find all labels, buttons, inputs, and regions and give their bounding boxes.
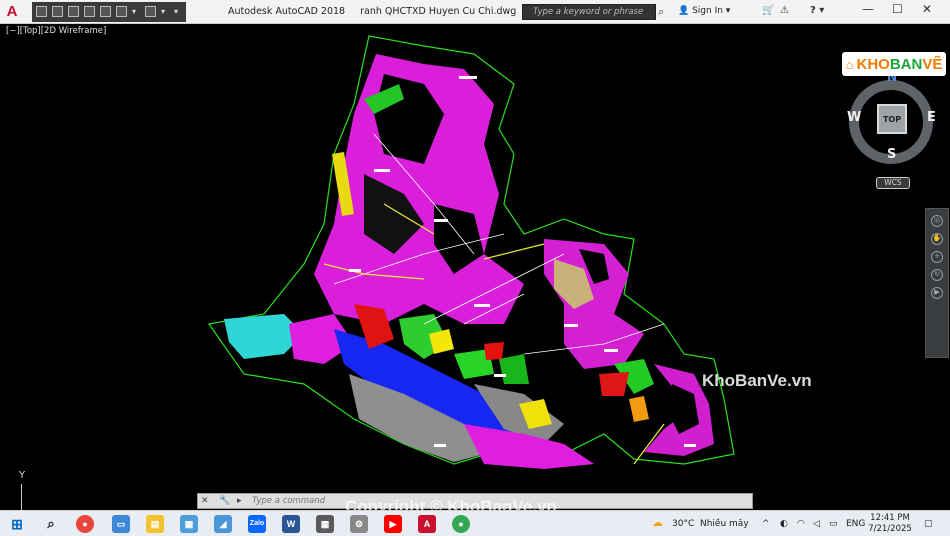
save-as-icon[interactable] <box>84 6 95 17</box>
settings-icon[interactable]: ⚙ <box>350 515 368 533</box>
search-input[interactable]: Type a keyword or phrase <box>522 4 656 20</box>
taskbar-clock[interactable]: 12:41 PM 7/21/2025 <box>866 513 914 535</box>
pan-icon[interactable]: ✋ <box>931 233 943 245</box>
maximize-button[interactable]: ☐ <box>892 2 903 16</box>
autocad-taskbar-icon[interactable]: A <box>418 515 436 533</box>
taskbar-search-icon[interactable]: ⌕ <box>42 515 60 533</box>
print-icon[interactable] <box>100 6 111 17</box>
notification-icon[interactable]: ▢ <box>924 519 933 529</box>
autocad-app-icon[interactable]: A <box>0 0 24 24</box>
weather-temp[interactable]: 30°C <box>672 519 694 529</box>
qat-customize-icon[interactable]: ▾ <box>174 6 182 17</box>
calculator-icon[interactable]: ▦ <box>316 515 334 533</box>
zone-red-east <box>599 372 629 396</box>
navigation-bar: ◎ ✋ + ↻ ▶ <box>925 208 949 358</box>
wcs-menu[interactable]: WCS <box>876 177 910 189</box>
ucs-y-axis <box>21 484 22 510</box>
computer-icon[interactable]: ▭ <box>112 515 130 533</box>
site-watermark: KhoBanVe.vn <box>702 371 812 390</box>
window-title: Autodesk AutoCAD 2018 ranh QHCTXD Huyen … <box>228 6 516 17</box>
drawing-viewport[interactable]: [−][Top][2D Wireframe] TOP N W E S WCS ◎… <box>4 24 950 510</box>
help-label: ? <box>810 5 816 16</box>
tray-wifi-icon[interactable]: ◠ <box>797 519 805 529</box>
weather-desc[interactable]: Nhiều mây <box>700 519 749 529</box>
open-file-icon[interactable] <box>52 6 63 17</box>
undo-dropdown-icon[interactable]: ▾ <box>132 6 140 17</box>
title-bar: A ▾ ▾ ▾ Autodesk AutoCAD 2018 ranh QHCTX… <box>0 0 950 24</box>
redo-dropdown-icon[interactable]: ▾ <box>161 6 169 17</box>
sign-in-button[interactable]: 👤 Sign In ▾ <box>678 6 730 16</box>
showmotion-icon[interactable]: ▶ <box>931 287 943 299</box>
close-command-icon[interactable]: ✕ <box>201 496 213 506</box>
cart-icon[interactable]: 🛒 <box>762 5 774 16</box>
khobanve-logo: ⌂ KHO BAN VẼ <box>842 52 946 76</box>
tray-network-icon[interactable]: ◐ <box>780 519 788 529</box>
zone-green-3 <box>499 354 529 384</box>
logo-text-ve: VẼ <box>922 55 943 73</box>
youtube-icon[interactable]: ▶ <box>384 515 402 533</box>
close-button[interactable]: ✕ <box>922 2 932 16</box>
ucs-y-label: Y <box>19 470 26 481</box>
help-button[interactable]: ? ▾ <box>810 5 824 16</box>
clock-time: 12:41 PM <box>870 513 910 523</box>
compass-south[interactable]: S <box>887 147 896 162</box>
orbit-icon[interactable]: ↻ <box>931 269 943 281</box>
app-name: Autodesk AutoCAD 2018 <box>228 6 346 17</box>
file-name: ranh QHCTXD Huyen Cu Chi.dwg <box>360 6 517 17</box>
word-icon[interactable]: W <box>282 515 300 533</box>
zone-orange-east <box>629 396 649 422</box>
zoom-icon[interactable]: + <box>931 251 943 263</box>
clock-date: 7/21/2025 <box>868 524 912 534</box>
photos-icon[interactable]: ▦ <box>180 515 198 533</box>
zalo-icon[interactable]: Zalo <box>248 515 266 533</box>
logo-text-kho: KHO <box>856 55 890 73</box>
save-icon[interactable] <box>68 6 79 17</box>
start-windows-icon[interactable]: ⊞ <box>8 515 26 533</box>
file-explorer-icon[interactable]: ▤ <box>146 515 164 533</box>
sign-in-label: Sign In <box>692 6 723 16</box>
zone-red-2 <box>484 342 504 360</box>
tray-battery-icon[interactable]: ▭ <box>829 519 838 529</box>
minimize-button[interactable]: — <box>862 2 874 16</box>
autocad-window: A ▾ ▾ ▾ Autodesk AutoCAD 2018 ranh QHCTX… <box>0 0 950 536</box>
logo-text-ban: BAN <box>889 55 923 73</box>
quick-access-toolbar: ▾ ▾ ▾ <box>32 1 186 22</box>
undo-icon[interactable] <box>116 6 127 17</box>
home-icon: ⌂ <box>845 56 854 72</box>
chrome-icon[interactable]: ● <box>76 515 94 533</box>
viewcube-top-face[interactable]: TOP <box>877 104 907 134</box>
tray-chevron-icon[interactable]: ^ <box>762 519 770 529</box>
command-prompt-icon[interactable]: ▸ <box>237 496 249 506</box>
drawing-canvas <box>207 35 735 469</box>
customize-command-icon[interactable]: 🔧 <box>219 496 231 506</box>
compass-east[interactable]: E <box>927 110 936 125</box>
steering-wheel-icon[interactable]: ◎ <box>931 215 943 227</box>
language-indicator[interactable]: ENG <box>846 519 865 529</box>
windows-taskbar: ⊞ ⌕ ● ▭ ▤ ▦ ◢ Zalo W ▦ ⚙ ▶ A ● ☁ 30°C Nh… <box>0 510 950 536</box>
redo-icon[interactable] <box>145 6 156 17</box>
search-icon[interactable]: ⌕ <box>658 5 672 19</box>
chrome-taskbar-icon[interactable]: ● <box>452 515 470 533</box>
compass-west[interactable]: W <box>847 110 861 125</box>
app-icon-blue[interactable]: ◢ <box>214 515 232 533</box>
tray-volume-icon[interactable]: ◁ <box>813 519 820 529</box>
connect-icon[interactable]: ⚠ <box>780 5 789 16</box>
new-file-icon[interactable] <box>36 6 47 17</box>
weather-icon: ☁ <box>652 516 663 529</box>
